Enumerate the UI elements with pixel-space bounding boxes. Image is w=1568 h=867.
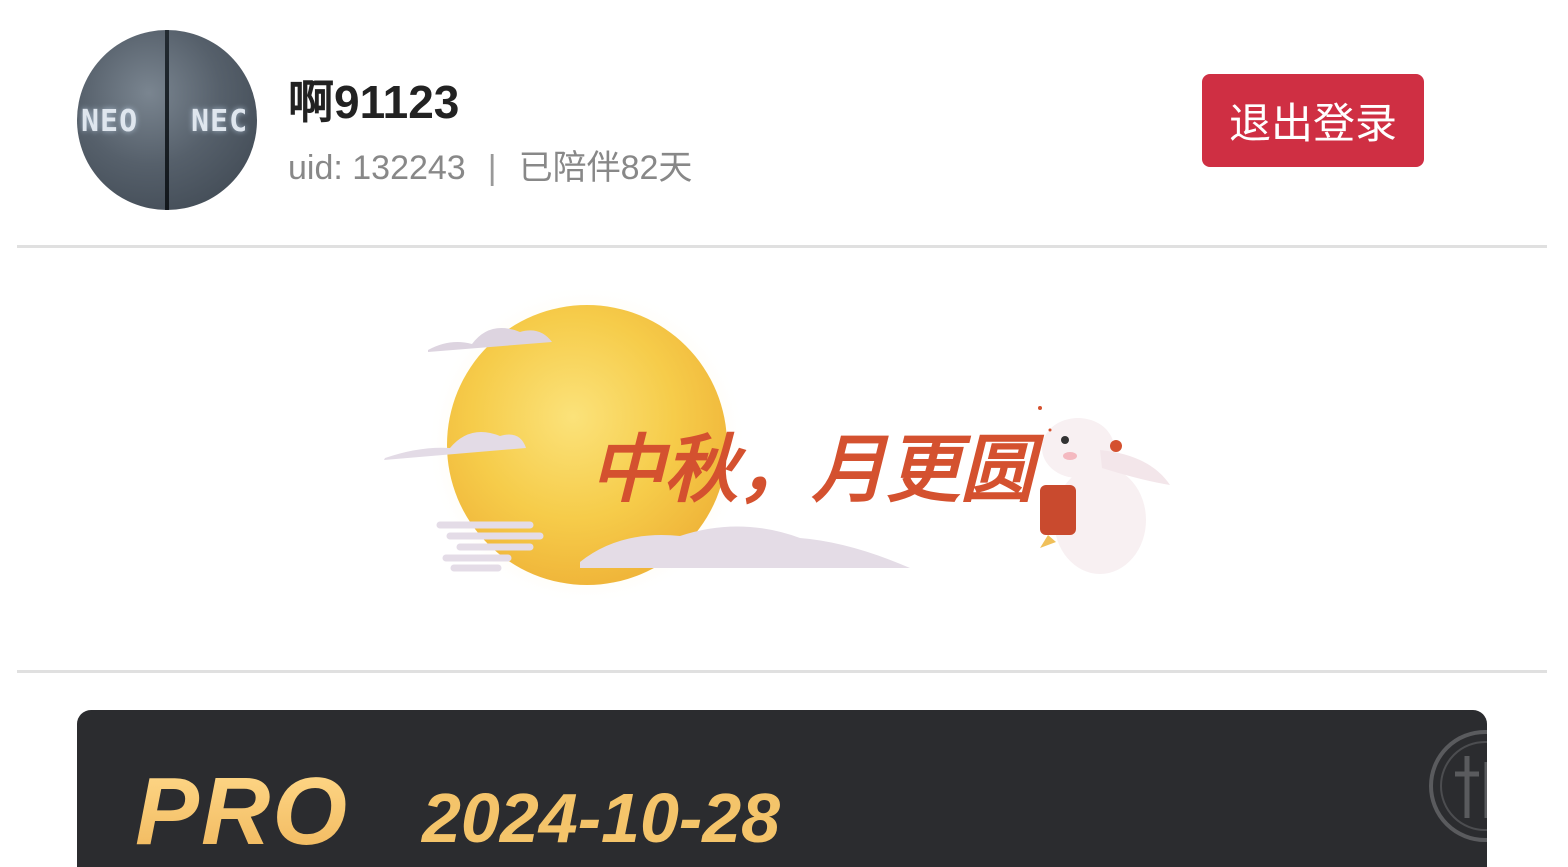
banner-illustration: 中秋，月更圆 [384, 285, 1170, 605]
user-meta: uid: 132243 | 已陪伴82天 [288, 146, 692, 190]
divider [17, 245, 1547, 248]
logout-button[interactable]: 退出登录 [1202, 74, 1424, 167]
mid-autumn-banner: 中秋，月更圆 [380, 280, 1180, 650]
account-page: NEO NEC 啊91123 uid: 132243 | 已陪伴82天 退出登录 [0, 0, 1568, 867]
username: 啊91123 [288, 76, 460, 128]
avatar-text-left: NEO [81, 104, 139, 139]
uid-text: uid: 132243 [288, 149, 466, 187]
avatar-seam [165, 30, 169, 210]
banner-text: 中秋，月更圆 [590, 427, 1045, 513]
days-text: 已陪伴82天 [518, 149, 693, 187]
pro-badge: PRO [135, 758, 350, 865]
divider [17, 670, 1547, 673]
emblem-icon [1429, 730, 1487, 842]
avatar[interactable]: NEO NEC [77, 30, 257, 210]
meta-separator: | [487, 149, 497, 187]
avatar-text-right: NEC [191, 104, 249, 139]
pro-membership-card[interactable]: PRO 2024-10-28 [77, 710, 1487, 867]
rabbit-illustration [1040, 418, 1170, 574]
pro-expiry-date: 2024-10-28 [422, 779, 781, 857]
